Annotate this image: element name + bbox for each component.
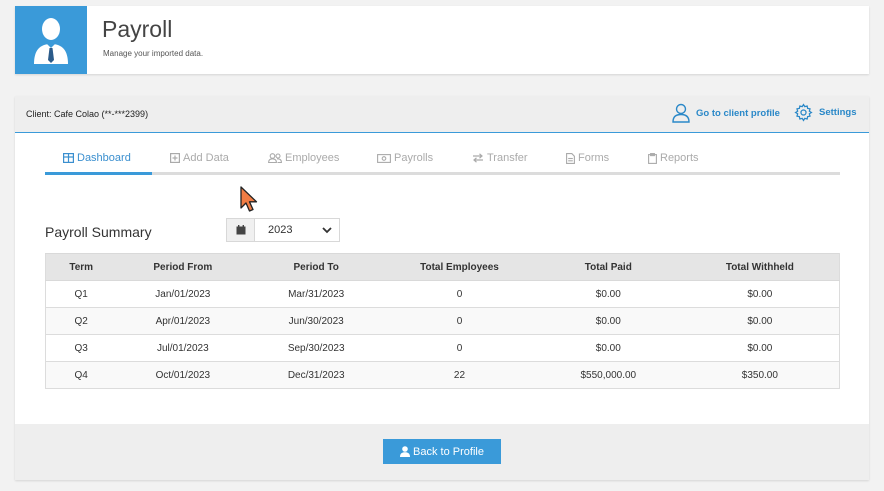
settings-link[interactable]: Settings [794,103,856,122]
table-cell: $350.00 [680,361,840,389]
table-cell: $0.00 [680,334,840,362]
column-header: Term [45,253,117,281]
back-to-profile-label: Back to Profile [413,445,484,458]
nav-tabs: Dashboard Add Data Employees Payrolls Tr… [45,144,840,175]
column-header: Period From [116,253,250,281]
page-subtitle: Manage your imported data. [103,49,204,58]
table-cell: Oct/01/2023 [116,361,250,389]
table-row: Q2 Apr/01/2023 Jun/30/2023 0 $0.00 $0.00 [45,307,840,335]
column-header: Total Paid [535,253,681,281]
back-to-profile-button[interactable]: Back to Profile [383,439,501,464]
tab-payrolls[interactable]: Payrolls [377,144,433,172]
tab-add-data-label: Add Data [183,152,229,164]
column-header: Period To [249,253,384,281]
table-cell: $0.00 [535,334,681,362]
tab-employees[interactable]: Employees [268,144,339,172]
go-to-client-profile-link[interactable]: Go to client profile [672,103,780,123]
calendar-icon [227,219,255,241]
page-header: Payroll Manage your imported data. [15,6,869,74]
table-header-row: Term Period From Period To Total Employe… [45,253,840,281]
table-cell: Q1 [45,280,117,308]
table-cell: $0.00 [535,307,681,335]
table-cell: Jan/01/2023 [116,280,250,308]
client-label: Client: Cafe Colao (**-***2399) [26,109,149,119]
page-title: Payroll [102,16,173,42]
plus-square-icon [170,153,180,163]
table-cell: 0 [383,280,536,308]
table-cell: Dec/31/2023 [249,361,384,389]
tab-add-data[interactable]: Add Data [170,144,229,172]
table-row: Q1 Jan/01/2023 Mar/31/2023 0 $0.00 $0.00 [45,280,840,308]
table-cell: Jun/30/2023 [249,307,384,335]
tab-dashboard[interactable]: Dashboard [63,144,131,172]
payroll-summary-title: Payroll Summary [45,224,152,240]
table-cell: Q4 [45,361,117,389]
mouse-cursor-icon [240,186,260,219]
tab-payrolls-label: Payrolls [394,152,434,164]
users-icon [268,153,282,163]
table-cell: $0.00 [535,280,681,308]
payroll-panel: Client: Cafe Colao (**-***2399) Go to cl… [15,96,869,480]
money-icon [377,153,391,163]
table-cell: Apr/01/2023 [116,307,250,335]
tab-forms-label: Forms [578,152,610,164]
table-cell: 0 [383,334,536,362]
table-row: Q4 Oct/01/2023 Dec/31/2023 22 $550,000.0… [45,361,840,389]
tab-transfer-label: Transfer [487,152,528,164]
table-icon [63,153,74,163]
column-header: Total Employees [383,253,536,281]
tab-reports-label: Reports [660,152,699,164]
go-to-client-profile-label: Go to client profile [696,107,780,119]
user-icon [672,103,690,123]
exchange-icon [473,153,483,163]
table-cell: 22 [383,361,536,389]
tab-dashboard-label: Dashboard [77,152,131,164]
tab-employees-label: Employees [285,152,340,164]
tab-reports[interactable]: Reports [648,144,699,172]
tab-transfer[interactable]: Transfer [472,144,528,172]
gear-icon [794,103,813,122]
table-cell: Q3 [45,334,117,362]
payroll-user-icon [15,6,87,74]
payroll-summary-table: Term Period From Period To Total Employe… [45,253,840,389]
year-select-value: 2023 [268,224,293,236]
column-header: Total Withheld [680,253,840,281]
active-tab-indicator [45,172,152,175]
table-cell: Jul/01/2023 [116,334,250,362]
user-icon [400,446,411,457]
file-icon [566,152,575,164]
table-cell: 0 [383,307,536,335]
client-bar: Client: Cafe Colao (**-***2399) Go to cl… [15,96,869,133]
table-cell: $550,000.00 [535,361,681,389]
table-cell: $0.00 [680,307,840,335]
chevron-down-icon [315,219,339,241]
table-cell: Q2 [45,307,117,335]
tab-forms[interactable]: Forms [566,144,609,172]
table-cell: $0.00 [680,280,840,308]
table-cell: Sep/30/2023 [249,334,384,362]
table-cell: Mar/31/2023 [249,280,384,308]
table-row: Q3 Jul/01/2023 Sep/30/2023 0 $0.00 $0.00 [45,334,840,362]
clipboard-icon [648,152,657,164]
settings-label: Settings [819,107,857,118]
year-select[interactable]: 2023 [226,218,340,242]
